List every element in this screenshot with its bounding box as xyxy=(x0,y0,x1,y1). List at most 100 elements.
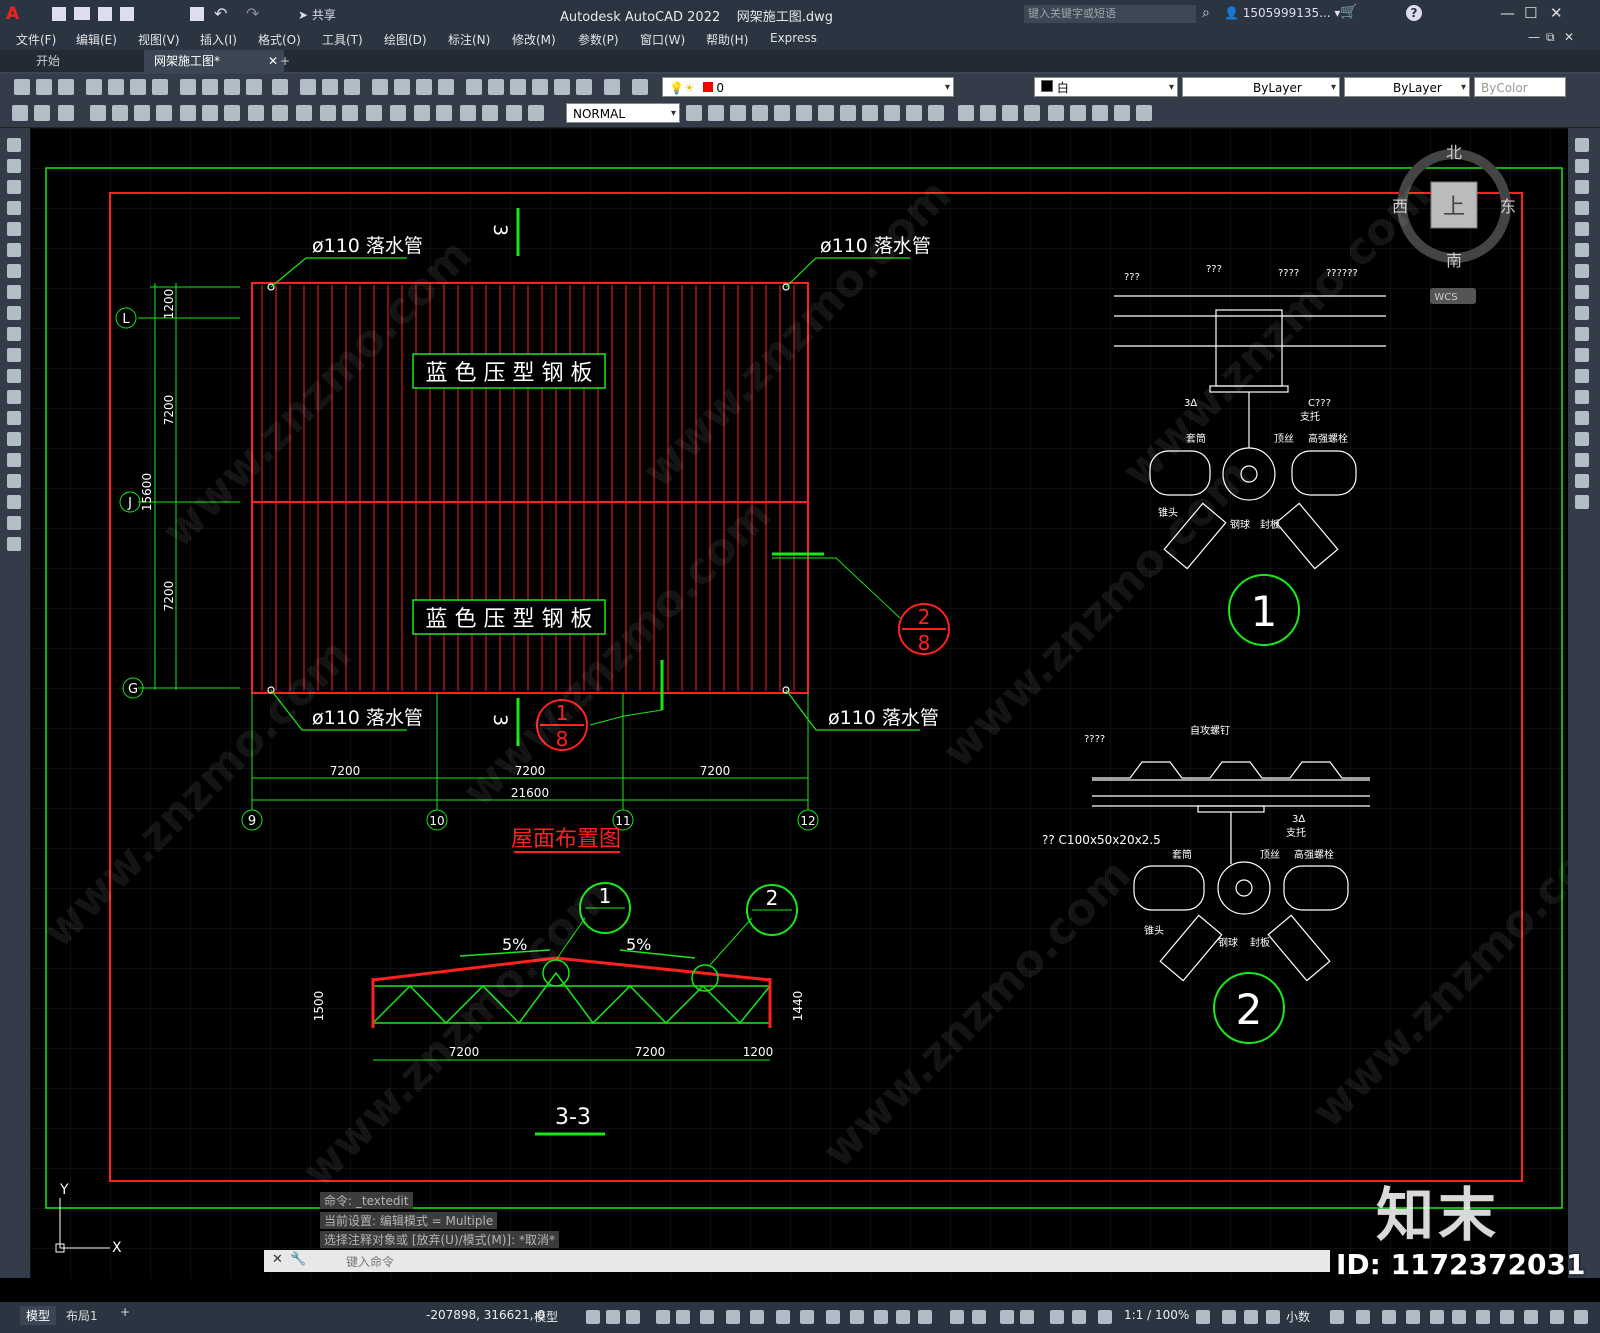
draw-tool-icon[interactable] xyxy=(7,138,21,152)
status-toggle-icon[interactable] xyxy=(896,1310,910,1324)
search-input[interactable]: 键入关键字或短语 xyxy=(1024,5,1196,23)
standard-tool-icon[interactable] xyxy=(532,79,548,95)
model-space-button[interactable]: 模型 xyxy=(534,1308,558,1325)
standard-tool-icon[interactable] xyxy=(632,79,648,95)
status-toggle-icon[interactable] xyxy=(1452,1310,1466,1324)
modify-tool-icon[interactable] xyxy=(1575,432,1589,446)
standard-tool-icon[interactable] xyxy=(272,79,288,95)
coordinates-readout[interactable]: -207898, 316621, 0 xyxy=(426,1308,545,1322)
status-toggle-icon[interactable] xyxy=(726,1310,740,1324)
draw-tool-icon[interactable] xyxy=(7,327,21,341)
maximize-button[interactable]: ☐ xyxy=(1524,4,1537,22)
dimension-tool-icon[interactable] xyxy=(840,105,856,121)
modify-tool-icon[interactable] xyxy=(1575,411,1589,425)
status-toggle-icon[interactable] xyxy=(1330,1310,1344,1324)
menu-parametric[interactable]: 参数(P) xyxy=(578,31,619,48)
draw-tool-icon[interactable] xyxy=(7,180,21,194)
dimension-tool-icon[interactable] xyxy=(1136,105,1152,121)
units-readout[interactable]: 小数 xyxy=(1286,1308,1310,1325)
command-close-icon[interactable]: ✕ xyxy=(272,1252,283,1267)
dimension-tool-icon[interactable] xyxy=(1092,105,1108,121)
tab-drawing[interactable]: 网架施工图* ✕ xyxy=(144,50,284,72)
standard-tool-icon[interactable] xyxy=(14,79,30,95)
status-toggle-icon[interactable] xyxy=(826,1310,840,1324)
draw-tool-icon[interactable] xyxy=(7,516,21,530)
dimension-tool-icon[interactable] xyxy=(1070,105,1086,121)
draw-tool-icon[interactable] xyxy=(7,243,21,257)
status-toggle-icon[interactable] xyxy=(1196,1310,1210,1324)
status-toggle-icon[interactable] xyxy=(606,1310,620,1324)
standard-tool-icon[interactable] xyxy=(300,79,316,95)
status-toggle-icon[interactable] xyxy=(800,1310,814,1324)
quick-access-open-icon[interactable] xyxy=(74,7,90,20)
modify-tool-icon[interactable] xyxy=(1575,159,1589,173)
dimension-tool-icon[interactable] xyxy=(272,105,288,121)
standard-tool-icon[interactable] xyxy=(108,79,124,95)
dimension-tool-icon[interactable] xyxy=(460,105,476,121)
layout-tab-1[interactable]: 布局1 xyxy=(66,1307,98,1324)
viewcube-east[interactable]: 东 xyxy=(1500,197,1516,216)
dimension-tool-icon[interactable] xyxy=(958,105,974,121)
dimension-tool-icon[interactable] xyxy=(980,105,996,121)
dimension-tool-icon[interactable] xyxy=(686,105,702,121)
close-button[interactable]: ✕ xyxy=(1550,4,1563,22)
status-toggle-icon[interactable] xyxy=(750,1310,764,1324)
standard-tool-icon[interactable] xyxy=(416,79,432,95)
dimension-tool-icon[interactable] xyxy=(390,105,406,121)
draw-tool-icon[interactable] xyxy=(7,537,21,551)
plotstyle-dropdown[interactable]: ByColor xyxy=(1474,77,1566,97)
status-toggle-icon[interactable] xyxy=(1072,1310,1086,1324)
status-toggle-icon[interactable] xyxy=(1098,1310,1112,1324)
quick-access-plot-icon[interactable] xyxy=(190,7,204,21)
standard-tool-icon[interactable] xyxy=(438,79,454,95)
dimension-tool-icon[interactable] xyxy=(296,105,312,121)
undo-icon[interactable]: ↶ xyxy=(214,4,227,23)
command-input[interactable]: 键入命令 xyxy=(346,1253,394,1270)
dimension-tool-icon[interactable] xyxy=(342,105,358,121)
lineweight-dropdown[interactable]: ByLayer ▾ xyxy=(1344,77,1470,97)
dimension-tool-icon[interactable] xyxy=(112,105,128,121)
menu-window[interactable]: 窗口(W) xyxy=(640,31,685,48)
standard-tool-icon[interactable] xyxy=(372,79,388,95)
status-toggle-icon[interactable] xyxy=(1524,1310,1538,1324)
draw-tool-icon[interactable] xyxy=(7,474,21,488)
draw-tool-icon[interactable] xyxy=(7,264,21,278)
draw-tool-icon[interactable] xyxy=(7,285,21,299)
dimension-tool-icon[interactable] xyxy=(752,105,768,121)
dimension-tool-icon[interactable] xyxy=(366,105,382,121)
modify-tool-icon[interactable] xyxy=(1575,138,1589,152)
status-toggle-icon[interactable] xyxy=(874,1310,888,1324)
standard-tool-icon[interactable] xyxy=(576,79,592,95)
modify-tool-icon[interactable] xyxy=(1575,453,1589,467)
menu-edit[interactable]: 编辑(E) xyxy=(76,31,117,48)
annotation-scale[interactable]: 1:1 / 100% xyxy=(1124,1308,1189,1322)
status-toggle-icon[interactable] xyxy=(626,1310,640,1324)
draw-tool-icon[interactable] xyxy=(7,306,21,320)
quick-access-save-icon[interactable] xyxy=(98,7,112,21)
standard-tool-icon[interactable] xyxy=(322,79,338,95)
dimension-tool-icon[interactable] xyxy=(90,105,106,121)
menu-tools[interactable]: 工具(T) xyxy=(322,31,363,48)
viewcube-south[interactable]: 南 xyxy=(1446,251,1462,270)
dimstyle-dropdown[interactable]: NORMAL ▾ xyxy=(566,103,680,123)
menu-format[interactable]: 格式(O) xyxy=(258,31,301,48)
cart-icon[interactable]: 🛒 xyxy=(1340,4,1357,20)
menu-modify[interactable]: 修改(M) xyxy=(512,31,556,48)
menu-draw[interactable]: 绘图(D) xyxy=(384,31,427,48)
modify-tool-icon[interactable] xyxy=(1575,243,1589,257)
dimension-tool-icon[interactable] xyxy=(1048,105,1064,121)
new-tab-button[interactable]: + xyxy=(270,50,300,72)
dimension-tool-icon[interactable] xyxy=(202,105,218,121)
modify-tool-icon[interactable] xyxy=(1575,222,1589,236)
status-toggle-icon[interactable] xyxy=(776,1310,790,1324)
status-toggle-icon[interactable] xyxy=(700,1310,714,1324)
doc-restore-button[interactable]: ⧉ xyxy=(1546,30,1555,45)
standard-tool-icon[interactable] xyxy=(202,79,218,95)
help-icon[interactable]: ? xyxy=(1406,5,1422,21)
dimension-tool-icon[interactable] xyxy=(862,105,878,121)
standard-tool-icon[interactable] xyxy=(344,79,360,95)
modify-tool-icon[interactable] xyxy=(1575,264,1589,278)
modify-tool-icon[interactable] xyxy=(1575,306,1589,320)
dimension-tool-icon[interactable] xyxy=(482,105,498,121)
dimension-tool-icon[interactable] xyxy=(224,105,240,121)
